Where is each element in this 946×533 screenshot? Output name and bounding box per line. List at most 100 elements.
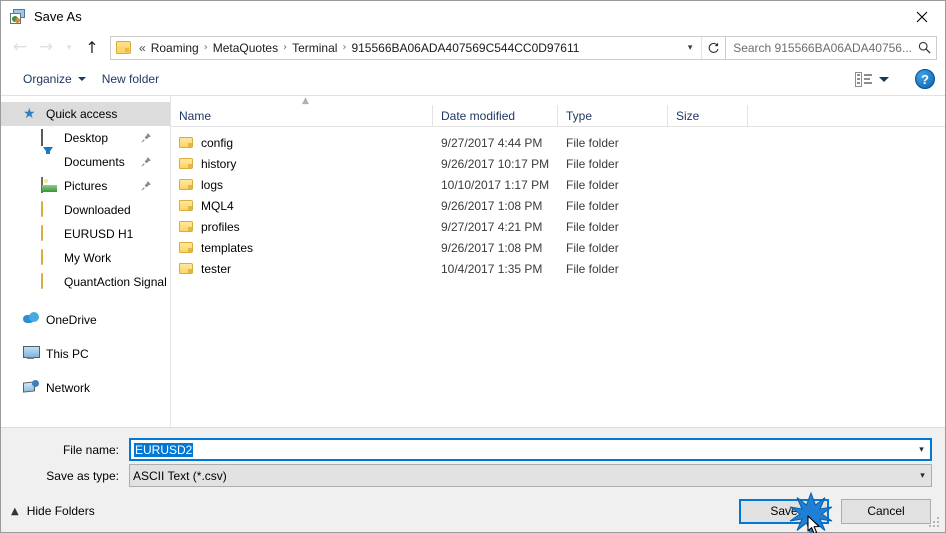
navigation-bar: ← → ▾ ↑ « Roaming › MetaQuotes › Termina… [1,32,945,63]
cell-date-modified: 9/26/2017 1:08 PM [441,240,543,255]
sidebar-item-downloaded[interactable]: Downloaded [1,198,170,222]
pin-icon [141,156,152,167]
pin-icon [141,180,152,191]
cell-type: File folder [566,135,619,150]
save-as-type-value: ASCII Text (*.csv) [133,468,227,483]
command-bar: Organize New folder ? [1,63,945,96]
cell-type: File folder [566,198,619,213]
breadcrumb-item-roaming[interactable]: Roaming [147,39,203,57]
save-as-type-chevron-down-icon[interactable]: ▾ [914,465,931,486]
table-row[interactable]: MQL4 9/26/2017 1:08 PM File folder [171,195,945,216]
search-input[interactable]: Search 915566BA06ADA40756... [726,41,912,55]
folder-icon [41,273,57,290]
sidebar-item-documents[interactable]: Documents [1,147,170,174]
sidebar-item-label: Pictures [64,179,108,193]
back-arrow-icon[interactable]: ← [7,36,33,60]
window-title: Save As [34,9,82,24]
column-headers: Name Date modified Type Size [171,105,945,127]
breadcrumb-item-terminal[interactable]: Terminal [288,39,341,57]
table-row[interactable]: profiles 9/27/2017 4:21 PM File folder [171,216,945,237]
table-row[interactable]: history 9/26/2017 10:17 PM File folder [171,153,945,174]
column-header-size[interactable]: Size [668,105,748,126]
sidebar-item-quick-access[interactable]: ★ Quick access [1,102,170,126]
hide-folders-button[interactable]: ▲ Hide Folders [11,504,95,518]
sidebar-item-this-pc[interactable]: This PC [1,342,170,366]
file-name-label: tester [201,261,232,276]
close-icon[interactable] [899,1,945,32]
recent-locations-chevron-down-icon[interactable]: ▾ [59,36,79,60]
forward-arrow-icon[interactable]: → [33,36,59,60]
breadcrumb-item-instance-id[interactable]: 915566BA06ADA407569C544CC0D97611 [347,39,583,57]
table-row[interactable]: templates 9/26/2017 1:08 PM File folder [171,237,945,258]
folder-icon [179,242,193,253]
folder-icon [179,137,193,148]
address-bar[interactable]: « Roaming › MetaQuotes › Terminal › 9155… [110,35,727,60]
file-name-label: history [201,156,237,171]
file-rows: config 9/27/2017 4:44 PM File folder his… [171,127,945,427]
change-view-button[interactable] [849,68,895,91]
sidebar-item-label: OneDrive [46,313,97,327]
sidebar-item-network[interactable]: Network [1,376,170,400]
up-arrow-icon[interactable]: ↑ [79,36,105,60]
chevron-down-icon [77,77,86,81]
new-folder-label: New folder [101,72,160,86]
breadcrumb-item-metaquotes[interactable]: MetaQuotes [209,39,282,57]
refresh-icon[interactable] [701,36,725,59]
save-as-type-select[interactable]: ASCII Text (*.csv) ▾ [129,464,932,487]
sidebar-item-label: Documents [64,155,125,169]
resize-grip-icon[interactable] [928,516,941,529]
cell-date-modified: 9/27/2017 4:21 PM [441,219,543,234]
folder-icon [179,221,193,232]
table-row[interactable]: config 9/27/2017 4:44 PM File folder [171,132,945,153]
cell-name: logs [171,178,433,192]
cancel-button[interactable]: Cancel [841,498,931,524]
title-bar: Save As [1,1,945,32]
file-name-input[interactable]: EURUSD2 ▾ [129,438,932,461]
sidebar-item-label: Quick access [46,107,118,121]
sidebar-item-onedrive[interactable]: OneDrive [1,308,170,332]
view-layout-icon [855,71,872,87]
cell-type: File folder [566,240,619,255]
new-folder-button[interactable]: New folder [94,68,167,90]
help-label: ? [921,71,929,87]
sidebar-item-my-work[interactable]: My Work [1,246,170,270]
cell-name: MQL4 [171,199,433,213]
column-header-name[interactable]: Name [171,105,433,126]
save-as-dialog: Save As ← → ▾ ↑ « Roaming › MetaQuotes ›… [0,0,946,533]
sidebar-item-eurusd-h1[interactable]: EURUSD H1 [1,222,170,246]
folder-icon [41,249,57,266]
help-icon[interactable]: ? [915,69,935,89]
desktop-icon [41,129,57,146]
search-icon [912,41,936,54]
organize-button[interactable]: Organize [15,68,94,90]
search-box[interactable]: Search 915566BA06ADA40756... [726,35,937,60]
save-form: File name: EURUSD2 ▾ Save as type: ASCII… [1,427,945,490]
chevron-up-icon: ▲ [11,505,19,517]
file-name-chevron-down-icon[interactable]: ▾ [913,440,930,459]
sidebar-item-label: My Work [64,251,112,265]
save-button[interactable]: Save [739,491,833,533]
folder-icon [179,200,193,211]
table-row[interactable]: tester 10/4/2017 1:35 PM File folder [171,258,945,279]
sidebar-item-desktop[interactable]: Desktop [1,126,170,150]
dialog-body: ★ Quick access Desktop Documents Picture… [1,96,945,427]
column-header-type[interactable]: Type [558,105,668,126]
view-chevron-down-icon[interactable] [879,76,889,82]
file-name-label: templates [201,240,254,255]
cell-name: templates [171,241,433,255]
file-name-label: profiles [201,219,240,234]
column-header-date-modified[interactable]: Date modified [433,105,558,126]
table-row[interactable]: logs 10/10/2017 1:17 PM File folder [171,174,945,195]
cell-date-modified: 9/27/2017 4:44 PM [441,135,543,150]
sidebar-item-pictures[interactable]: Pictures [1,174,170,198]
breadcrumb-overflow[interactable]: « [135,39,147,57]
sidebar-item-label: Downloaded [64,203,131,217]
folder-icon [41,201,57,218]
breadcrumb: « Roaming › MetaQuotes › Terminal › 9155… [131,39,679,57]
file-name-value[interactable]: EURUSD2 [131,442,913,457]
file-name-row: File name: EURUSD2 ▾ [14,438,932,461]
address-chevron-down-icon[interactable]: ▾ [679,37,701,59]
onedrive-icon [23,312,39,328]
file-name-label: MQL4 [201,198,234,213]
sidebar-item-quantaction-signal[interactable]: QuantAction Signal [1,270,170,294]
